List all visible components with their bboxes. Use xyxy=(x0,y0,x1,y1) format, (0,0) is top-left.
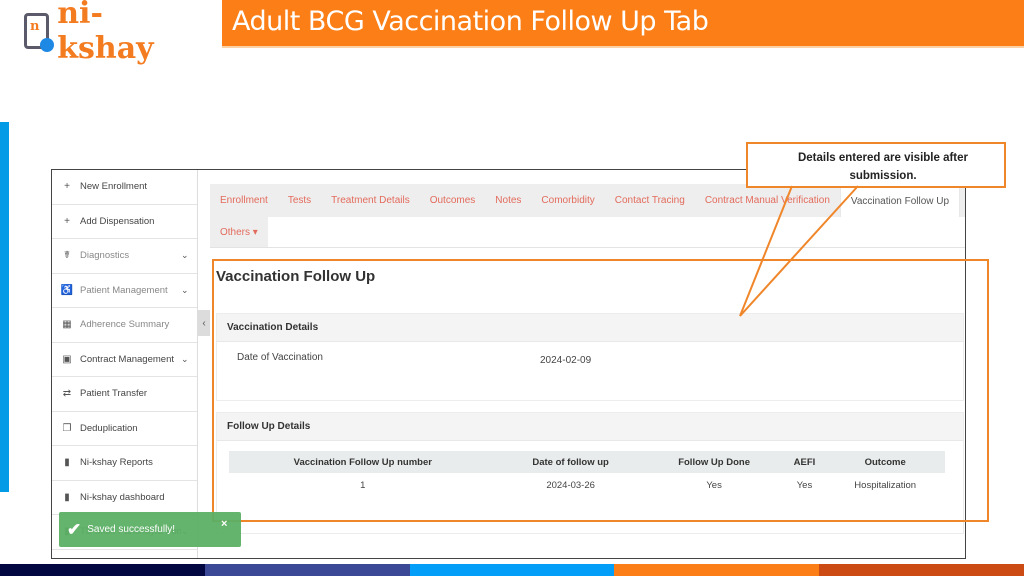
sidebar-item-add-dispensation[interactable]: + Add Dispensation xyxy=(52,205,197,239)
check-icon: ✔ xyxy=(67,519,82,539)
slide-title: Adult BCG Vaccination Follow Up Tab xyxy=(232,6,709,37)
table-cell: Yes xyxy=(796,480,813,491)
tab-row: Enrollment Tests Treatment Details Outcomes… xyxy=(210,184,965,217)
tab-others-dropdown[interactable]: Others ▾ xyxy=(210,217,268,247)
table-row: 1 2024-03-26 Yes Yes Hospitalization xyxy=(229,473,945,498)
tab-contract-manual-verification[interactable]: Contract Manual Verification xyxy=(695,184,840,217)
sidebar-item-ni-kshay-reports[interactable]: ▮ Ni-kshay Reports xyxy=(52,446,197,481)
tab-enrollment[interactable]: Enrollment xyxy=(210,184,278,217)
color-segment xyxy=(409,564,615,576)
table-cell: Hospitalization xyxy=(854,480,917,491)
sidebar-item-ni-kshay-dashboard[interactable]: ▮ Ni-kshay dashboard xyxy=(52,481,197,515)
sidebar-item-new-enrollment[interactable]: + New Enrollment xyxy=(52,170,197,205)
chevron-down-icon: ⌄ xyxy=(181,284,189,295)
color-segment xyxy=(204,564,410,576)
panel-heading: Follow Up Details xyxy=(217,413,963,441)
table-cell: Yes xyxy=(706,480,722,491)
tab-comorbidity[interactable]: Comorbidity xyxy=(531,184,604,217)
page-title: Vaccination Follow Up xyxy=(216,268,376,285)
main-content: Enrollment Tests Treatment Details Outcomes… xyxy=(210,170,965,558)
tab-bar: Enrollment Tests Treatment Details Outcomes… xyxy=(210,184,965,248)
sidebar-item-label: Deduplication xyxy=(80,422,138,434)
sidebar-item-label: Add Dispensation xyxy=(80,215,155,227)
logo-text: ni-kshay xyxy=(57,0,154,66)
plus-icon: + xyxy=(64,181,70,193)
sidebar-item-patient-transfer[interactable]: ⇄ Patient Transfer xyxy=(52,377,197,412)
column-header: Date of follow up xyxy=(496,451,645,473)
tab-outcomes[interactable]: Outcomes xyxy=(420,184,486,217)
sidebar-item-label: Ni-kshay dashboard xyxy=(80,491,165,503)
left-accent-bar xyxy=(0,122,9,492)
follow-up-table: Vaccination Follow Up number Date of foll… xyxy=(229,451,945,498)
sidebar-collapse-button[interactable]: ‹ xyxy=(198,310,210,336)
stethoscope-icon: ☤ xyxy=(63,250,71,262)
table-cell: 1 xyxy=(360,480,366,491)
sidebar-item-label: Contract Management xyxy=(80,353,174,365)
column-header: Outcome xyxy=(825,451,945,473)
plus-icon: + xyxy=(64,215,70,227)
copy-icon: ❐ xyxy=(62,422,72,434)
hand-pointer-icon xyxy=(40,38,55,52)
bottom-color-bar xyxy=(0,564,1024,576)
table-header-row: Vaccination Follow Up number Date of foll… xyxy=(229,451,945,473)
calendar-icon: ▦ xyxy=(62,319,72,331)
sidebar-item-label: Diagnostics xyxy=(80,250,130,262)
sidebar-item-label: Ni-kshay Reports xyxy=(80,457,153,469)
column-header: Follow Up Done xyxy=(644,451,784,473)
sidebar-item-contract-management[interactable]: ▣ Contract Management ⌄ xyxy=(52,343,197,377)
tab-treatment-details[interactable]: Treatment Details xyxy=(321,184,420,217)
detail-row: Date of Vaccination 2024-02-09 xyxy=(217,342,963,400)
sidebar-item-label: Patient Management xyxy=(80,284,168,296)
table-cell: 2024-03-26 xyxy=(546,480,595,491)
sidebar: + New Enrollment + Add Dispensation ☤ Diagnos… xyxy=(52,170,198,558)
slide-title-bar: Adult BCG Vaccination Follow Up Tab xyxy=(222,0,1024,48)
date-of-vaccination-label: Date of Vaccination xyxy=(237,352,323,363)
column-header: Vaccination Follow Up number xyxy=(229,451,497,473)
column-header: AEFI xyxy=(783,451,826,473)
color-segment xyxy=(0,564,205,576)
briefcase-icon: ▣ xyxy=(62,353,72,365)
chevron-left-icon: ‹ xyxy=(202,317,206,329)
follow-up-details-panel: Follow Up Details Vaccination Follow Up … xyxy=(216,412,964,534)
sidebar-item-label: New Enrollment xyxy=(80,181,148,193)
vaccination-details-panel: Vaccination Details Date of Vaccination … xyxy=(216,313,964,401)
patient-icon: ♿ xyxy=(60,284,74,296)
annotation-callout: Details entered are visible after submis… xyxy=(746,142,1006,188)
file-icon: ▮ xyxy=(64,491,70,503)
chevron-down-icon: ⌄ xyxy=(181,250,189,261)
date-of-vaccination-value: 2024-02-09 xyxy=(540,355,592,366)
toast-message: Saved successfully! xyxy=(87,524,176,535)
tablet-icon: n xyxy=(24,13,55,52)
sidebar-item-label: Adherence Summary xyxy=(80,319,170,331)
file-icon: ▮ xyxy=(64,457,70,469)
transfer-icon: ⇄ xyxy=(62,388,72,400)
chevron-down-icon: ⌄ xyxy=(181,353,189,364)
sidebar-item-ni-kshay-analytics[interactable]: ▮Ni-kshay analytics xyxy=(52,550,197,559)
tab-tests[interactable]: Tests xyxy=(278,184,321,217)
app-screenshot: + New Enrollment + Add Dispensation ☤ Diagnos… xyxy=(51,169,966,559)
tab-vaccination-follow-up[interactable]: Vaccination Follow Up xyxy=(839,184,961,217)
sidebar-item-deduplication[interactable]: ❐ Deduplication xyxy=(52,412,197,446)
tab-notes[interactable]: Notes xyxy=(485,184,531,217)
close-icon[interactable]: × xyxy=(221,518,241,530)
success-toast: ✔ Saved successfully! × xyxy=(59,512,241,547)
tab-row-secondary: Others ▾ xyxy=(210,217,965,248)
sidebar-item-label: Patient Transfer xyxy=(80,388,148,400)
sidebar-item-patient-management[interactable]: ♿ Patient Management ⌄ xyxy=(52,274,197,308)
color-segment xyxy=(819,564,1024,576)
color-segment xyxy=(614,564,820,576)
sidebar-item-diagnostics[interactable]: ☤ Diagnostics ⌄ xyxy=(52,239,197,274)
sidebar-item-adherence-summary[interactable]: ▦ Adherence Summary xyxy=(52,308,197,343)
panel-heading: Vaccination Details xyxy=(217,314,963,342)
nikshay-logo: n ni-kshay xyxy=(24,0,194,66)
tab-contact-tracing[interactable]: Contact Tracing xyxy=(605,184,695,217)
